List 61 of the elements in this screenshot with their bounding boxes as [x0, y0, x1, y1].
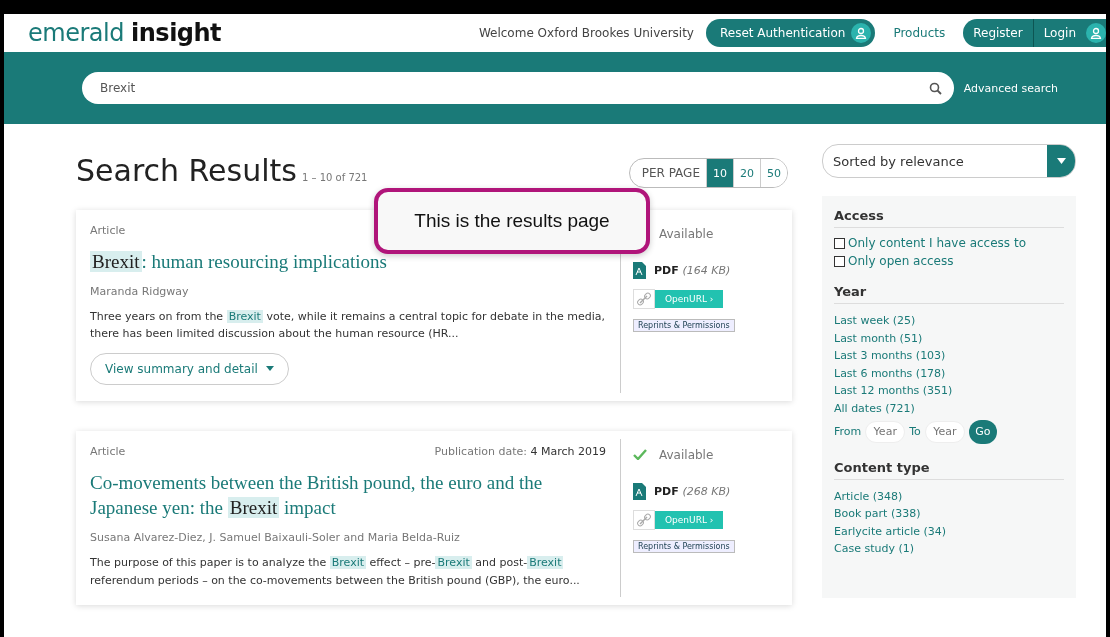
- filter-heading: Content type: [834, 459, 1064, 480]
- checkbox-label[interactable]: Only content I have access to: [848, 236, 1026, 250]
- pdf-file-icon[interactable]: [633, 262, 646, 279]
- welcome-text: Welcome Oxford Brookes University: [478, 26, 694, 40]
- reprints-permissions-button[interactable]: Reprints & Permissions: [633, 539, 735, 553]
- abstract-snippet: The purpose of this paper is to analyze the Brexit effect – pre- Brexit and post- Brexit referendum periods – on the co-movements between the British pound (GBP), the euro...: [90, 555, 581, 589]
- caret-icon: [1056, 158, 1066, 164]
- content-type-filter-link[interactable]: Earlycite article (34): [834, 522, 1064, 541]
- checkbox[interactable]: [834, 237, 845, 249]
- content-type-label: Article: [90, 444, 126, 458]
- login-button[interactable]: Login: [1033, 19, 1086, 47]
- availability-text: Available: [659, 447, 714, 462]
- year-filter-link[interactable]: Last month (51): [834, 329, 1064, 348]
- year-filter-link[interactable]: Last 12 months (351): [834, 382, 1064, 400]
- filter-heading: Year: [834, 284, 1064, 304]
- checkbox-label[interactable]: Only open access: [848, 254, 954, 268]
- pdf-link[interactable]: PDF (164 KB): [654, 264, 731, 277]
- page-title: Search Results: [76, 153, 297, 188]
- publication-date: Publication date: 4 March 2019: [434, 444, 606, 458]
- to-year-field[interactable]: Year: [924, 420, 965, 443]
- link-icon: [633, 289, 655, 309]
- to-label: To: [909, 425, 921, 439]
- per-page-label: PER PAGE: [640, 165, 701, 182]
- result-title-link[interactable]: Co-movements between the British pound, the euro and the Japanese yen: the Brexit impact: [90, 469, 606, 522]
- content-type-filter-link[interactable]: Book part (338): [834, 505, 1064, 523]
- products-link[interactable]: Products: [887, 25, 952, 41]
- search-icon[interactable]: [928, 82, 942, 95]
- search-field[interactable]: Brexit: [82, 72, 954, 104]
- filter-heading: Access: [834, 208, 1064, 228]
- user-icon: [851, 23, 872, 43]
- abstract-snippet: Three years on from the Brexit vote, while it remains a central topic for debate in the media, there has been limited discussion about the human resource (HR...: [90, 308, 606, 343]
- authors-text: Maranda Ridgway: [90, 284, 190, 298]
- content-type-filter-link[interactable]: Case study (1): [834, 540, 1064, 558]
- advanced-search-link[interactable]: Advanced search: [963, 81, 1058, 95]
- result-count: 1 – 10 of 721: [301, 172, 368, 183]
- authors-text: Susana Alvarez-Diez, J. Samuel Baixauli-Soler and Maria Belda-Ruiz: [90, 531, 461, 545]
- go-button[interactable]: Go: [968, 419, 997, 444]
- reset-authentication-button[interactable]: Reset Authentication: [705, 19, 876, 47]
- year-filter-link[interactable]: Last week (25): [834, 312, 1064, 330]
- link-icon: [633, 509, 655, 530]
- annotation-callout: This is the results page: [374, 188, 650, 254]
- sort-dropdown[interactable]: Sorted by relevance: [822, 144, 1076, 178]
- per-page-option[interactable]: 10: [706, 159, 733, 187]
- year-filter-link[interactable]: Last 3 months (103): [834, 347, 1064, 365]
- content-type-filter-link[interactable]: Article (348): [834, 487, 1064, 506]
- caret-icon: [265, 366, 274, 372]
- year-filter-link[interactable]: All dates (721): [834, 399, 1064, 418]
- from-label: From: [834, 425, 862, 439]
- reprints-permissions-button[interactable]: Reprints & Permissions: [633, 319, 735, 332]
- view-summary-button[interactable]: View summary and detail: [90, 352, 289, 385]
- content-type-label: Article: [90, 224, 126, 237]
- logo[interactable]: emerald insight: [28, 19, 222, 47]
- year-filter-link[interactable]: Last 6 months (178): [834, 364, 1064, 383]
- pdf-link[interactable]: PDF (268 KB): [654, 484, 731, 498]
- per-page-option[interactable]: 50: [760, 159, 787, 187]
- register-button[interactable]: Register: [963, 19, 1033, 47]
- pdf-file-icon[interactable]: [633, 482, 646, 500]
- from-year-field[interactable]: Year: [865, 420, 906, 443]
- availability-text: Available: [659, 227, 714, 241]
- user-icon: [1086, 23, 1106, 43]
- checkbox[interactable]: [834, 255, 845, 267]
